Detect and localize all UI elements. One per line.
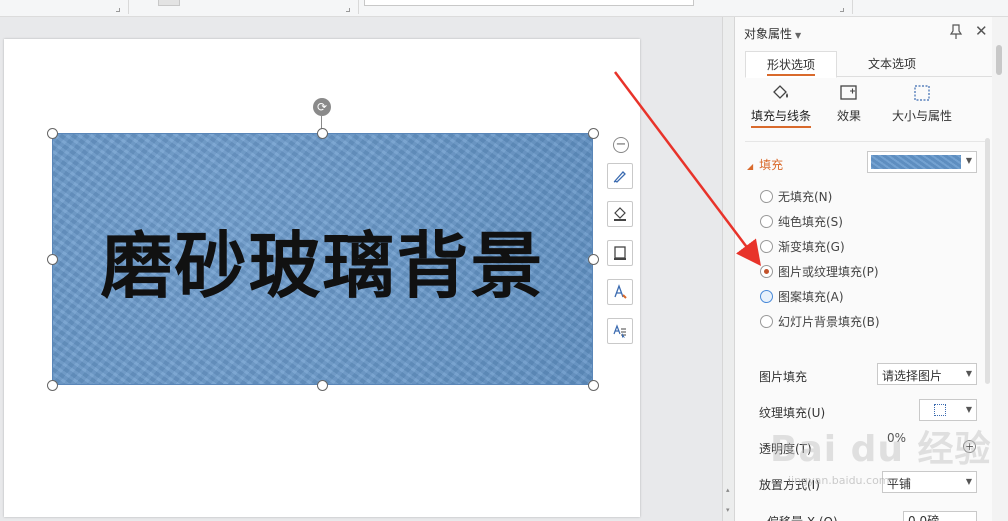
top-toolbar — [0, 0, 1008, 17]
subtab-size-properties[interactable]: 大小与属性 — [887, 83, 957, 124]
group-expand-icon[interactable] — [116, 8, 120, 12]
text-style-button[interactable] — [607, 279, 633, 305]
panel-scrollbar[interactable] — [992, 17, 1008, 521]
effects-icon — [840, 85, 857, 100]
scrollbar-thumb[interactable] — [996, 45, 1002, 75]
size-icon — [914, 85, 930, 101]
resize-handle-right[interactable] — [588, 254, 599, 265]
chevron-down-icon: ▼ — [965, 369, 972, 378]
paint-bucket-icon — [773, 85, 788, 99]
text-effect-button[interactable] — [607, 318, 633, 344]
paint-bucket-icon — [614, 207, 626, 221]
radio-button[interactable] — [760, 240, 773, 253]
chevron-down-icon[interactable]: ▾ — [726, 507, 732, 514]
rotate-handle-icon[interactable]: ⟳ — [313, 98, 331, 116]
chevron-down-icon: ▼ — [965, 477, 972, 486]
radio-label: 图案填充(A) — [778, 290, 844, 304]
subtab-fill-line[interactable]: 填充与线条 — [743, 83, 819, 128]
tab-label: 形状选项 — [766, 58, 815, 76]
pin-icon[interactable] — [949, 24, 963, 40]
resize-handle-bottom-right[interactable] — [588, 380, 599, 391]
toolbar-button[interactable] — [158, 0, 180, 6]
brush-icon — [613, 171, 626, 183]
group-expand-icon[interactable] — [840, 8, 844, 12]
texture-fill-dropdown[interactable]: ▼ — [919, 399, 977, 421]
toolbar-divider — [358, 0, 359, 14]
fill-section-header[interactable]: ◢ 填充 — [747, 156, 783, 173]
tab-label: 文本选项 — [867, 57, 916, 71]
collapse-icon[interactable]: − — [613, 137, 629, 153]
subtab-label: 大小与属性 — [891, 109, 952, 123]
offset-x-value: 0.0磅 — [908, 514, 940, 521]
shape-fill-button[interactable] — [607, 201, 633, 227]
radio-label: 幻灯片背景填充(B) — [778, 315, 880, 329]
toolbar-field[interactable] — [364, 0, 694, 6]
subtab-effects[interactable]: 效果 — [829, 83, 869, 124]
resize-handle-bottom-left[interactable] — [47, 380, 58, 391]
radio-button-checked[interactable] — [760, 265, 773, 278]
shape-text[interactable]: 磨砂玻璃背景 — [53, 134, 592, 384]
watermark-logo: Bai du 经验 — [770, 429, 992, 470]
shape-outline-button[interactable] — [607, 240, 633, 266]
watermark-url: jingyan.baidu.com — [788, 474, 890, 487]
resize-handle-bottom[interactable] — [317, 380, 328, 391]
radio-label: 无填充(N) — [778, 190, 833, 204]
panel-splitter[interactable]: ▴ ▾ — [722, 17, 734, 521]
fill-color-dropdown[interactable]: ▼ — [867, 151, 977, 173]
tab-shape-options[interactable]: 形状选项 — [745, 51, 837, 78]
picture-fill-value: 请选择图片 — [882, 369, 943, 383]
panel-title[interactable]: 对象属性 ▼ — [744, 25, 801, 42]
outline-icon — [614, 246, 626, 260]
radio-button[interactable] — [760, 315, 773, 328]
radio-gradient-fill[interactable]: 渐变填充(G) — [760, 238, 845, 254]
radio-label: 纯色填充(S) — [778, 215, 843, 229]
radio-label: 图片或纹理填充(P) — [778, 265, 879, 279]
radio-button[interactable] — [760, 215, 773, 228]
panel-subtabs: 填充与线条 效果 大小与属性 — [743, 83, 993, 129]
panel-title-text: 对象属性 — [744, 27, 793, 41]
subtab-label: 填充与线条 — [750, 109, 811, 128]
toolbar-divider — [128, 0, 129, 14]
section-divider — [745, 141, 989, 142]
radio-button[interactable] — [760, 190, 773, 203]
group-expand-icon[interactable] — [346, 8, 350, 12]
resize-handle-top[interactable] — [317, 128, 328, 139]
chevron-down-icon: ▼ — [965, 405, 972, 414]
radio-solid-fill[interactable]: 纯色填充(S) — [760, 213, 843, 229]
shape-style-button[interactable] — [607, 163, 633, 189]
picture-fill-label: 图片填充 — [759, 370, 808, 384]
chevron-up-icon[interactable]: ▴ — [726, 487, 732, 494]
subtab-label: 效果 — [836, 109, 861, 123]
resize-handle-left[interactable] — [47, 254, 58, 265]
picture-fill-dropdown[interactable]: 请选择图片 ▼ — [877, 363, 977, 385]
fill-color-swatch — [871, 155, 961, 169]
dropdown-caret-icon: ▼ — [795, 31, 802, 40]
offset-x-stepper[interactable]: 0.0磅 — [903, 511, 977, 521]
text-format-icon — [613, 324, 626, 338]
resize-handle-top-left[interactable] — [47, 128, 58, 139]
toolbar-divider — [852, 0, 853, 14]
collapse-triangle-icon: ◢ — [747, 162, 754, 171]
tab-text-options[interactable]: 文本选项 — [837, 51, 947, 78]
radio-picture-texture-fill[interactable]: 图片或纹理填充(P) — [760, 263, 879, 279]
radio-label: 渐变填充(G) — [778, 240, 845, 254]
offset-x-label: 偏移量 X (O) — [767, 513, 838, 521]
resize-handle-top-right[interactable] — [588, 128, 599, 139]
close-icon[interactable]: ✕ — [975, 23, 988, 39]
radio-slide-background-fill[interactable]: 幻灯片背景填充(B) — [760, 313, 880, 329]
texture-fill-label: 纹理填充(U) — [759, 406, 826, 420]
chevron-down-icon: ▼ — [965, 156, 972, 165]
radio-no-fill[interactable]: 无填充(N) — [760, 188, 832, 204]
font-color-icon — [614, 284, 627, 299]
panel-tabs: 形状选项 文本选项 — [745, 51, 995, 78]
radio-button[interactable] — [760, 290, 773, 303]
texture-swatch — [934, 404, 946, 416]
rectangle-shape[interactable]: 磨砂玻璃背景 — [52, 133, 593, 385]
placement-dropdown[interactable]: 平铺 ▼ — [882, 471, 977, 493]
fill-section-label: 填充 — [759, 158, 784, 172]
radio-pattern-fill[interactable]: 图案填充(A) — [760, 288, 844, 304]
panel-inner-scrollbar[interactable] — [985, 138, 990, 384]
placement-value: 平铺 — [887, 477, 912, 491]
